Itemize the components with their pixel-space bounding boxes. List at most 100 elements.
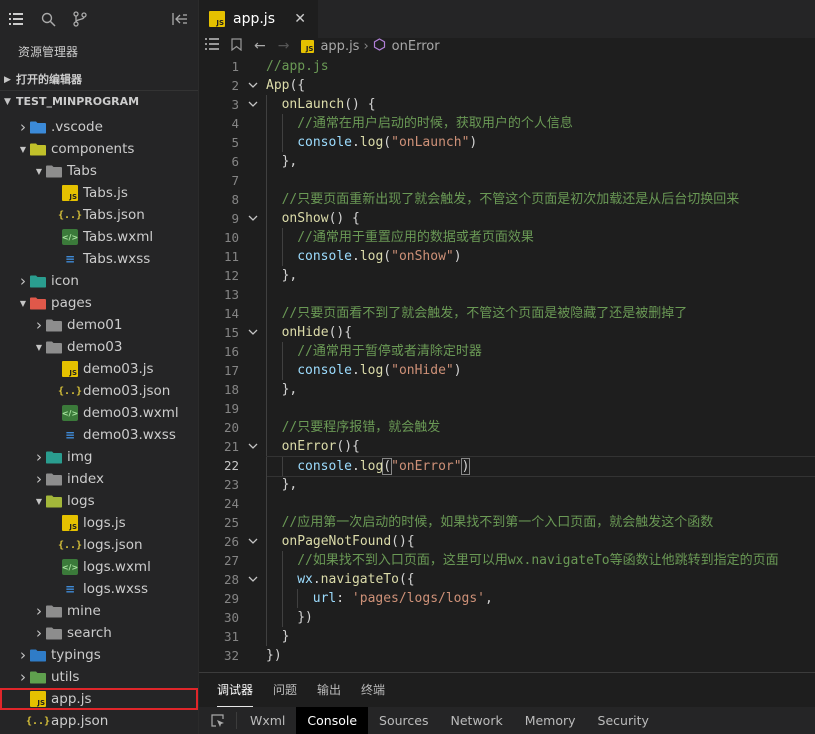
project-section[interactable]: ▼ TEST_MINPROGRAM bbox=[0, 91, 198, 113]
code-line[interactable]: 6}, bbox=[199, 152, 815, 171]
code-editor[interactable]: 1//app.js 2 App({3 onLaunch() {4//通常在用户启动的时… bbox=[199, 57, 815, 672]
code-line[interactable]: 5 console.log("onLaunch") bbox=[199, 133, 815, 152]
code-line[interactable]: 29 url: 'pages/logs/logs', bbox=[199, 589, 815, 608]
file-item[interactable]: {..} app.json bbox=[0, 710, 198, 732]
devtools-tab-network[interactable]: Network bbox=[440, 707, 514, 734]
file-item[interactable]: {..} demo03.json bbox=[0, 380, 198, 402]
file-item[interactable]: JS Tabs.js bbox=[0, 182, 198, 204]
fold-chevron-icon[interactable] bbox=[247, 570, 259, 589]
tab-app-js[interactable]: JS app.js ✕ bbox=[199, 0, 318, 38]
code-line[interactable]: 9 onShow() { bbox=[199, 209, 815, 228]
fold-chevron-icon[interactable] bbox=[247, 209, 259, 228]
devtools-tab-sources[interactable]: Sources bbox=[368, 707, 439, 734]
devtools-tab-wxml[interactable]: Wxml bbox=[239, 707, 296, 734]
code-line[interactable]: 14 //只要页面看不到了就会触发，不管这个页面是被隐藏了还是被删掉了 bbox=[199, 304, 815, 323]
folder-item[interactable]: ▼ logs bbox=[0, 490, 198, 512]
folder-item[interactable]: › .vscode bbox=[0, 116, 198, 138]
code-text: }, bbox=[266, 475, 815, 494]
fold-chevron-icon[interactable] bbox=[247, 95, 259, 114]
folder-item[interactable]: › index bbox=[0, 468, 198, 490]
devtools-tab-security[interactable]: Security bbox=[587, 707, 660, 734]
file-item[interactable]: </> demo03.wxml bbox=[0, 402, 198, 424]
code-line[interactable]: 28 wx.navigateTo({ bbox=[199, 570, 815, 589]
code-line[interactable]: 23}, bbox=[199, 475, 815, 494]
file-item[interactable]: ≡ logs.wxss bbox=[0, 578, 198, 600]
file-item[interactable]: JS app.js bbox=[0, 688, 198, 710]
code-line[interactable]: 2 App({ bbox=[199, 76, 815, 95]
fold-chevron-icon[interactable] bbox=[247, 532, 259, 551]
code-token: ( bbox=[383, 135, 392, 150]
devtools-tab-console[interactable]: Console bbox=[296, 707, 369, 734]
file-item[interactable]: </> logs.wxml bbox=[0, 556, 198, 578]
close-icon[interactable]: ✕ bbox=[294, 11, 306, 27]
collapse-sidebar-icon[interactable] bbox=[172, 11, 188, 27]
element-picker-icon[interactable] bbox=[199, 712, 237, 729]
panel-tab[interactable]: 输出 bbox=[317, 673, 341, 707]
code-line[interactable]: 26 onPageNotFound(){ bbox=[199, 532, 815, 551]
menu-icon[interactable] bbox=[8, 11, 24, 27]
breadcrumb-file[interactable]: JS app.js bbox=[301, 39, 359, 54]
code-line[interactable]: 24 bbox=[199, 494, 815, 513]
code-line[interactable]: 18}, bbox=[199, 380, 815, 399]
indent-guide bbox=[266, 190, 282, 209]
code-line[interactable]: 8 //只要页面重新出现了就会触发，不管这个页面是初次加载还是从后台切换回来 bbox=[199, 190, 815, 209]
code-line[interactable]: 21 onError(){ bbox=[199, 437, 815, 456]
folder-item[interactable]: › utils bbox=[0, 666, 198, 688]
fold-chevron-icon[interactable] bbox=[247, 323, 259, 342]
fold-chevron-icon[interactable] bbox=[247, 76, 259, 95]
tree-item-label: logs.wxml bbox=[83, 559, 151, 575]
code-line[interactable]: 22 console.log("onError") bbox=[199, 456, 815, 477]
code-line[interactable]: 1 //app.js bbox=[199, 57, 815, 76]
search-icon[interactable] bbox=[40, 11, 56, 27]
back-arrow-icon[interactable]: ← bbox=[254, 38, 266, 54]
breadcrumb-symbol[interactable]: onError bbox=[373, 37, 440, 55]
file-item[interactable]: ≡ Tabs.wxss bbox=[0, 248, 198, 270]
file-item[interactable]: </> Tabs.wxml bbox=[0, 226, 198, 248]
file-item[interactable]: ≡ demo03.wxss bbox=[0, 424, 198, 446]
folder-item[interactable]: › img bbox=[0, 446, 198, 468]
file-item[interactable]: {..} logs.json bbox=[0, 534, 198, 556]
code-line[interactable]: 16 //通常用于暂停或者清除定时器 bbox=[199, 342, 815, 361]
code-line[interactable]: 12}, bbox=[199, 266, 815, 285]
code-text: onShow() { bbox=[266, 209, 815, 228]
panel-tab[interactable]: 问题 bbox=[273, 673, 297, 707]
code-line[interactable]: 4 //通常在用户启动的时候，获取用户的个人信息 bbox=[199, 114, 815, 133]
panel-tab[interactable]: 调试器 bbox=[217, 679, 254, 707]
indent-guide bbox=[266, 475, 282, 494]
folder-item[interactable]: › search bbox=[0, 622, 198, 644]
folder-item[interactable]: › icon bbox=[0, 270, 198, 292]
file-item[interactable]: {..} Tabs.json bbox=[0, 204, 198, 226]
wxss-file-icon: ≡ bbox=[64, 252, 76, 266]
code-line[interactable]: 30}) bbox=[199, 608, 815, 627]
file-item[interactable]: JS demo03.js bbox=[0, 358, 198, 380]
code-line[interactable]: 19 bbox=[199, 399, 815, 418]
bookmark-icon[interactable] bbox=[231, 37, 242, 55]
code-line[interactable]: 10 //通常用于重置应用的数据或者页面效果 bbox=[199, 228, 815, 247]
code-line[interactable]: 13 bbox=[199, 285, 815, 304]
folder-item[interactable]: ▼ components bbox=[0, 138, 198, 160]
devtools-tab-memory[interactable]: Memory bbox=[514, 707, 587, 734]
code-line[interactable]: 20 //只要程序报错，就会触发 bbox=[199, 418, 815, 437]
forward-arrow-icon[interactable]: → bbox=[278, 38, 290, 54]
code-line[interactable]: 7 bbox=[199, 171, 815, 190]
open-editors-section[interactable]: ▶ 打开的编辑器 bbox=[0, 69, 198, 91]
code-line[interactable]: 31} bbox=[199, 627, 815, 646]
code-line[interactable]: 17 console.log("onHide") bbox=[199, 361, 815, 380]
folder-item[interactable]: ▼ demo03 bbox=[0, 336, 198, 358]
code-line[interactable]: 11 console.log("onShow") bbox=[199, 247, 815, 266]
code-line[interactable]: 32}) bbox=[199, 646, 815, 665]
code-line[interactable]: 15 onHide(){ bbox=[199, 323, 815, 342]
source-control-icon[interactable] bbox=[72, 11, 88, 27]
code-line[interactable]: 27 //如果找不到入口页面，这里可以用wx.navigateTo等函数让他跳转到… bbox=[199, 551, 815, 570]
folder-item[interactable]: › demo01 bbox=[0, 314, 198, 336]
fold-chevron-icon[interactable] bbox=[247, 437, 259, 456]
panel-tab[interactable]: 终端 bbox=[361, 673, 385, 707]
folder-item[interactable]: › mine bbox=[0, 600, 198, 622]
code-line[interactable]: 3 onLaunch() { bbox=[199, 95, 815, 114]
code-line[interactable]: 25 //应用第一次启动的时候，如果找不到第一个入口页面，就会触发这个函数 bbox=[199, 513, 815, 532]
folder-item[interactable]: › typings bbox=[0, 644, 198, 666]
file-item[interactable]: JS logs.js bbox=[0, 512, 198, 534]
folder-item[interactable]: ▼ pages bbox=[0, 292, 198, 314]
folder-item[interactable]: ▼ Tabs bbox=[0, 160, 198, 182]
list-icon[interactable] bbox=[205, 38, 219, 54]
